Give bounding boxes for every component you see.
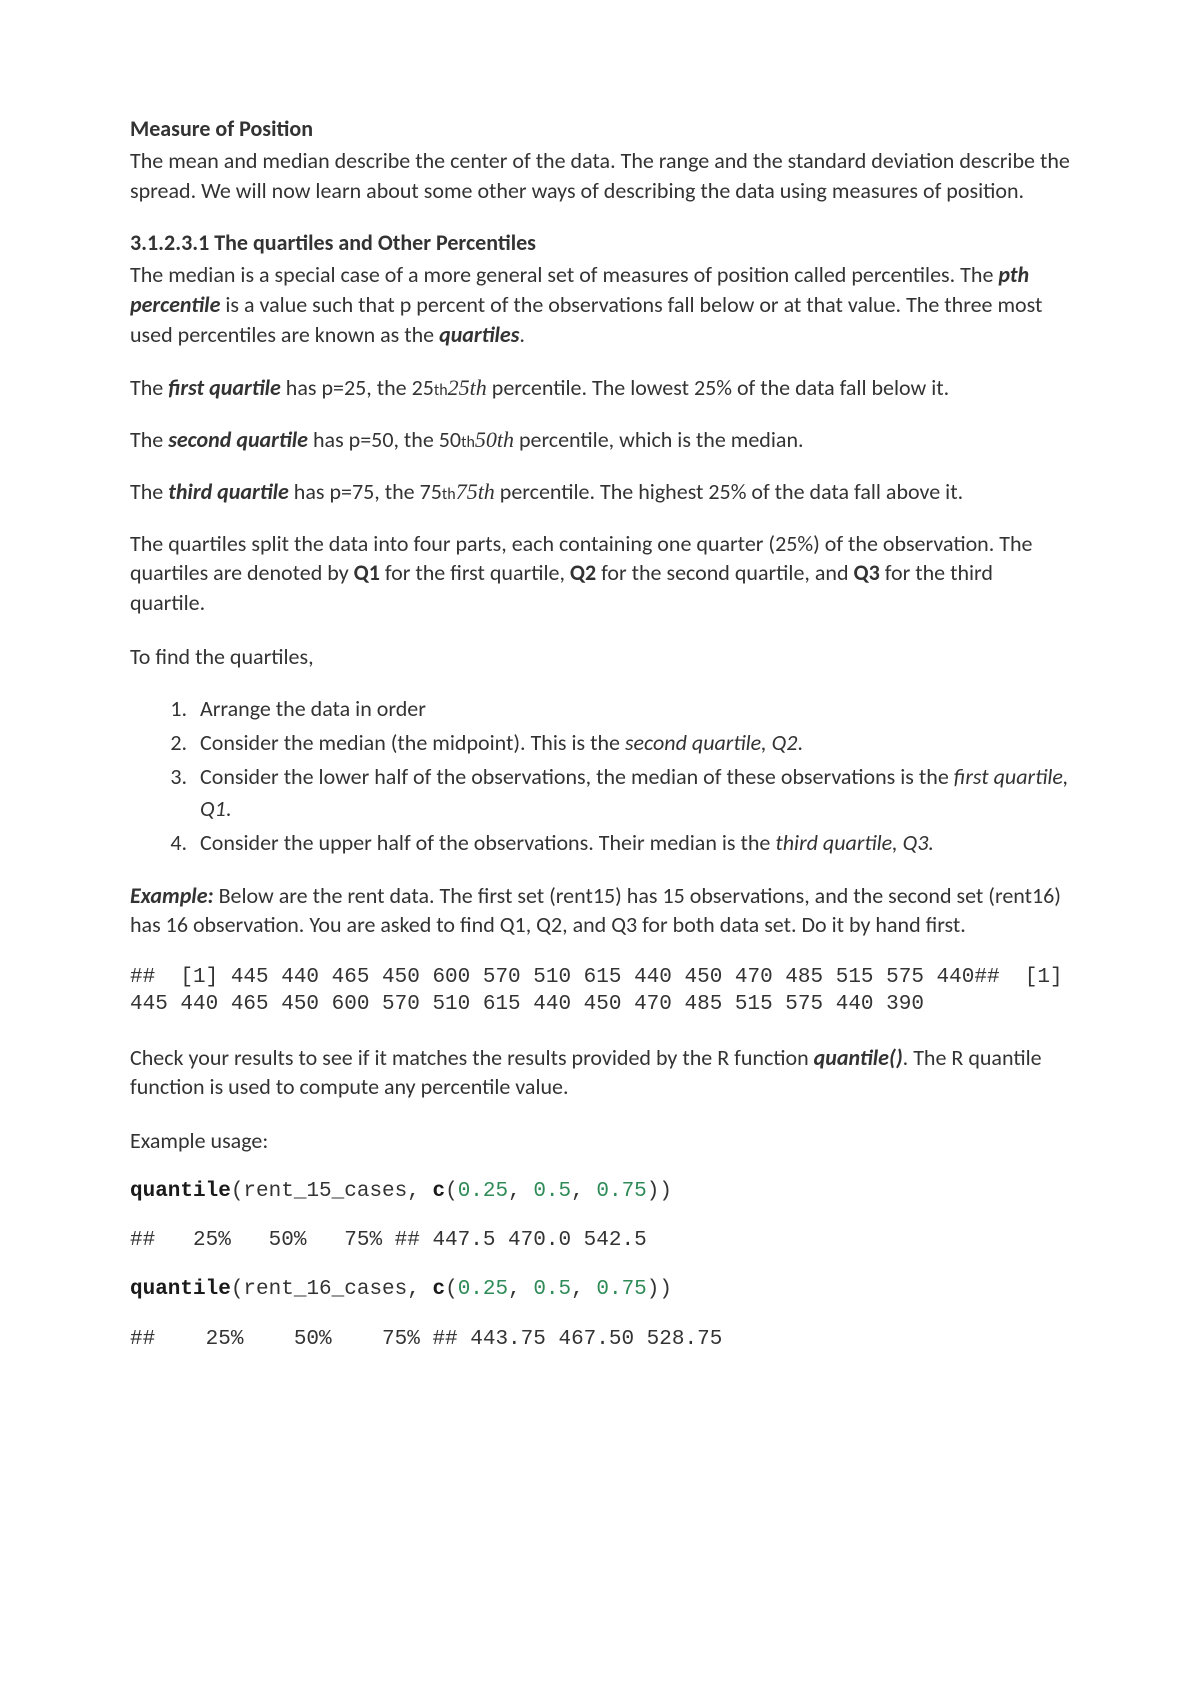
list-item: Consider the median (the midpoint). This… — [192, 727, 1070, 759]
split-paragraph: The quartiles split the data into four p… — [130, 529, 1070, 618]
text: Below are the rent data. The first set (… — [130, 882, 1061, 939]
steps-list: Arrange the data in order Consider the m… — [130, 693, 1070, 858]
text: is a value such that p percent of the ob… — [130, 291, 1042, 348]
q1-label: Q1 — [354, 559, 380, 586]
th-suffix: th — [442, 485, 456, 504]
third-quartile-paragraph: The third quartile has p=75, the 75th75t… — [130, 477, 1070, 507]
data-output: ## [1] 445 440 465 450 600 570 510 615 4… — [130, 964, 1070, 1019]
text: Consider the lower half of the observati… — [200, 763, 954, 790]
math-25th: 25th — [448, 375, 487, 400]
code-text: )) — [647, 1278, 672, 1301]
q3-label: Q3 — [854, 559, 880, 586]
code-number: 0.25 — [458, 1180, 508, 1203]
text: . — [797, 729, 803, 756]
text: 75 — [420, 478, 442, 505]
text: has p=50, the — [308, 426, 439, 453]
quartiles-word: quartiles — [439, 321, 519, 348]
code-block-2: quantile(rent_16_cases, c(0.25, 0.5, 0.7… — [130, 1276, 1070, 1303]
first-quartile-paragraph: The first quartile has p=25, the 25th25t… — [130, 373, 1070, 403]
text: The median is a special case of a more g… — [130, 261, 998, 288]
th-suffix: th — [461, 433, 475, 452]
fn-c: c — [432, 1180, 445, 1203]
list-item: Consider the lower half of the observati… — [192, 761, 1070, 825]
text: percentile. The highest 25% of the data … — [495, 478, 963, 505]
text: percentile, which is the median. — [514, 426, 804, 453]
code-number: 0.5 — [533, 1180, 571, 1203]
percentiles-paragraph: The median is a special case of a more g… — [130, 260, 1070, 349]
text: 25 — [412, 374, 434, 401]
th-suffix: th — [434, 381, 448, 400]
fn-name: quantile — [130, 1180, 231, 1203]
code-text: )) — [647, 1180, 672, 1203]
code-number: 0.25 — [458, 1278, 508, 1301]
check-paragraph: Check your results to see if it matches … — [130, 1043, 1070, 1102]
text: for the second quartile, and — [596, 559, 853, 586]
first-quartile-label: first quartile — [168, 374, 281, 401]
intro-paragraph: The mean and median describe the center … — [130, 146, 1070, 205]
step-italic: second quartile, Q2 — [625, 729, 797, 756]
output-block-2: ## 25% 50% 75% ## 443.75 467.50 528.75 — [130, 1326, 1070, 1353]
text: . — [226, 795, 232, 822]
text: Consider the median (the midpoint). This… — [200, 729, 625, 756]
code-text: , — [508, 1180, 533, 1203]
text: The — [130, 478, 168, 505]
subsection-title: 3.1.2.3.1 The quartiles and Other Percen… — [130, 229, 1070, 256]
code-text: (rent_15_cases, — [231, 1180, 433, 1203]
fn-c: c — [432, 1278, 445, 1301]
example-paragraph: Example: Below are the rent data. The fi… — [130, 881, 1070, 940]
document-page: Measure of Position The mean and median … — [0, 0, 1200, 1697]
code-text: ( — [445, 1278, 458, 1301]
text: Consider the upper half of the observati… — [200, 829, 775, 856]
quantile-fn: quantile() — [814, 1044, 903, 1071]
code-block-1: quantile(rent_15_cases, c(0.25, 0.5, 0.7… — [130, 1178, 1070, 1205]
text: Check your results to see if it matches … — [130, 1044, 814, 1071]
second-quartile-label: second quartile — [168, 426, 308, 453]
text: The — [130, 374, 168, 401]
text: 50 — [439, 426, 461, 453]
list-item: Arrange the data in order — [192, 693, 1070, 725]
code-text: , — [571, 1278, 596, 1301]
math-50th: 50th — [475, 427, 514, 452]
usage-label: Example usage: — [130, 1126, 1070, 1156]
output-block-1: ## 25% 50% 75% ## 447.5 470.0 542.5 — [130, 1227, 1070, 1254]
text: The — [130, 426, 168, 453]
fn-name: quantile — [130, 1278, 231, 1301]
text: has p=75, the — [289, 478, 420, 505]
code-text: ( — [445, 1180, 458, 1203]
text: for the first quartile, — [380, 559, 570, 586]
code-number: 0.5 — [533, 1278, 571, 1301]
second-quartile-paragraph: The second quartile has p=50, the 50th50… — [130, 425, 1070, 455]
text: has p=25, the — [281, 374, 412, 401]
q2-label: Q2 — [570, 559, 596, 586]
code-number: 0.75 — [596, 1180, 646, 1203]
code-text: , — [571, 1180, 596, 1203]
text: percentile. The lowest 25% of the data f… — [487, 374, 949, 401]
section-title: Measure of Position — [130, 115, 1070, 142]
step-italic: third quartile, Q3. — [775, 829, 934, 856]
code-text: , — [508, 1278, 533, 1301]
third-quartile-label: third quartile — [168, 478, 289, 505]
to-find-paragraph: To find the quartiles, — [130, 642, 1070, 672]
math-75th: 75th — [456, 479, 495, 504]
list-item: Consider the upper half of the observati… — [192, 827, 1070, 859]
example-label: Example: — [130, 882, 214, 909]
text: . — [519, 321, 525, 348]
code-text: (rent_16_cases, — [231, 1278, 433, 1301]
code-number: 0.75 — [596, 1278, 646, 1301]
